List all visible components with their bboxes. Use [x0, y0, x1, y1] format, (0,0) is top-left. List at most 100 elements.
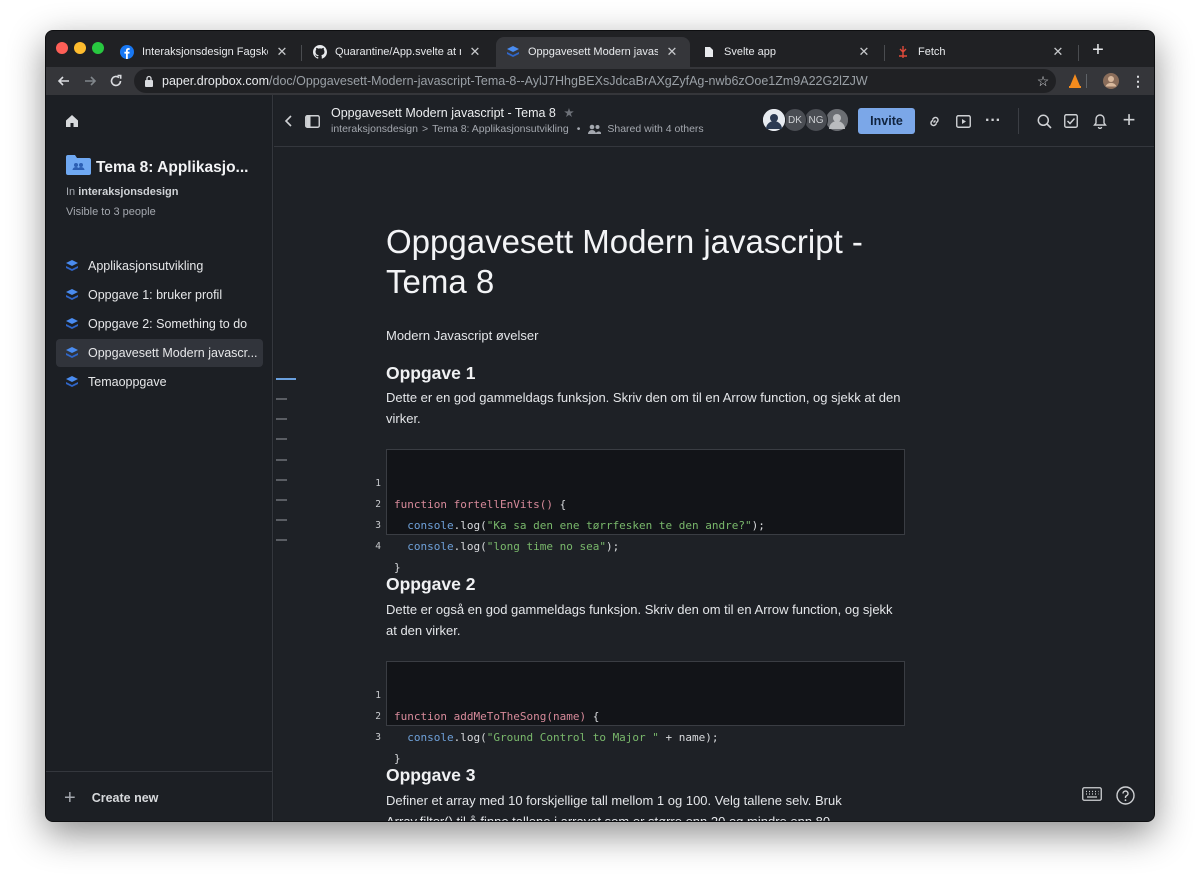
- tab-separator: [301, 45, 302, 61]
- breadcrumb-separator: >: [421, 123, 429, 135]
- url-host: paper.dropbox.com: [162, 74, 270, 88]
- code-line: 3 console.log("long time no sea");: [375, 494, 619, 553]
- search-icon[interactable]: [1033, 110, 1055, 132]
- link-icon[interactable]: [923, 110, 945, 132]
- browser-toolbar: paper.dropbox.com/doc/Oppgavesett-Modern…: [46, 67, 1154, 95]
- plus-icon[interactable]: +: [1118, 107, 1140, 132]
- close-tab-icon[interactable]: ✕: [274, 44, 290, 60]
- browser-tab-dropbox-paper[interactable]: Oppgavesett Modern javascrip ✕: [496, 37, 690, 67]
- keyboard-icon[interactable]: [1082, 787, 1102, 807]
- present-icon[interactable]: [952, 110, 974, 132]
- toc-marker[interactable]: [276, 459, 287, 461]
- close-tab-icon[interactable]: ✕: [467, 44, 483, 60]
- sidebar-item-oppgavesett[interactable]: Oppgavesett Modern javascr...: [56, 339, 263, 367]
- close-tab-icon[interactable]: ✕: [856, 44, 872, 60]
- avatar[interactable]: [825, 108, 849, 132]
- breadcrumb-root[interactable]: interaksjonsdesign: [331, 123, 418, 135]
- code-punct: );: [605, 540, 620, 553]
- address-bar[interactable]: paper.dropbox.com/doc/Oppgavesett-Modern…: [134, 69, 1056, 93]
- section-heading[interactable]: Oppgave 3: [386, 765, 475, 786]
- sidebar-item-temaoppgave[interactable]: Temaoppgave: [56, 368, 263, 396]
- section-heading[interactable]: Oppgave 1: [386, 363, 475, 384]
- checklist-icon[interactable]: [1060, 110, 1082, 132]
- breadcrumb-bullet: •: [576, 123, 581, 135]
- section-text[interactable]: Definer et array med 10 forskjellige tal…: [386, 790, 906, 821]
- code-line: 1 function fortellEnVits() {: [375, 452, 566, 511]
- close-window-button[interactable]: [56, 42, 68, 54]
- toc-marker[interactable]: [276, 499, 287, 501]
- create-new-button[interactable]: + Create new: [46, 771, 272, 821]
- minimize-window-button[interactable]: [74, 42, 86, 54]
- sidebar-item-applikasjonsutvikling[interactable]: Applikasjonsutvikling: [56, 252, 263, 280]
- toc-marker[interactable]: [276, 398, 287, 400]
- reload-icon[interactable]: [106, 71, 126, 91]
- code-punct: + name);: [658, 731, 719, 744]
- home-icon[interactable]: [61, 110, 83, 132]
- document-title[interactable]: Oppgavesett Modern javascript - Tema 8: [386, 222, 906, 302]
- browser-tab-fetch[interactable]: Fetch ✕: [886, 37, 1076, 67]
- code-line: 2 console.log("Ground Control to Major "…: [375, 685, 718, 744]
- people-icon: [588, 124, 602, 134]
- forward-icon[interactable]: [80, 71, 100, 91]
- code-punct: {: [592, 710, 600, 723]
- code-line: 2 console.log("Ka sa den ene tørrfesken …: [375, 473, 765, 532]
- facebook-icon: [120, 45, 134, 59]
- code-block[interactable]: 1 function fortellEnVits() { 2 console.l…: [375, 449, 905, 574]
- shared-text[interactable]: Shared with 4 others: [607, 123, 703, 135]
- breadcrumb-folder[interactable]: Tema 8: Applikasjonsutvikling: [432, 123, 569, 135]
- extension-separator: [1086, 74, 1087, 88]
- zoom-window-button[interactable]: [92, 42, 104, 54]
- toc-marker[interactable]: [276, 418, 287, 420]
- bell-icon[interactable]: [1089, 110, 1111, 132]
- section-text[interactable]: Dette er en god gammeldags funksjon. Skr…: [386, 387, 906, 429]
- lock-icon: [144, 75, 154, 87]
- globe-icon: [702, 45, 716, 59]
- code-function: addMeToTheSong(name): [453, 710, 593, 723]
- close-tab-icon[interactable]: ✕: [1050, 44, 1066, 60]
- browser-tab-svelte[interactable]: Svelte app ✕: [692, 37, 882, 67]
- browser-tab-github[interactable]: Quarantine/App.svelte at mast ✕: [303, 37, 493, 67]
- sidebar: Tema 8: Applikasjo... In interaksjonsdes…: [46, 95, 273, 821]
- invite-button[interactable]: Invite: [858, 108, 915, 134]
- tab-strip: Interaksjonsdesign Fagskole K ✕ Quaranti…: [46, 31, 1154, 67]
- avatar[interactable]: [762, 108, 786, 132]
- avatar[interactable]: DK: [783, 108, 807, 132]
- back-icon[interactable]: [54, 71, 74, 91]
- browser-menu-icon[interactable]: ⋮: [1128, 71, 1148, 91]
- close-tab-icon[interactable]: ✕: [664, 44, 680, 60]
- line-number: 2: [375, 499, 381, 510]
- folder-location: In interaksjonsdesign: [66, 186, 179, 198]
- folder-location-name[interactable]: interaksjonsdesign: [78, 186, 178, 198]
- breadcrumb: interaksjonsdesign > Tema 8: Applikasjon…: [331, 123, 704, 135]
- tab-separator: [884, 45, 885, 61]
- toc-marker[interactable]: [276, 479, 287, 481]
- sidebar-item-oppgave-1[interactable]: Oppgave 1: bruker profil: [56, 281, 263, 309]
- toc-marker[interactable]: [276, 378, 296, 380]
- star-icon[interactable]: ★: [563, 106, 574, 120]
- chevron-left-icon[interactable]: [278, 110, 300, 132]
- vlc-extension-icon[interactable]: [1065, 71, 1085, 91]
- toc-marker[interactable]: [276, 519, 287, 521]
- sidebar-item-label: Applikasjonsutvikling: [88, 259, 204, 273]
- new-tab-button[interactable]: +: [1086, 39, 1110, 63]
- code-line: 3 }: [375, 706, 466, 765]
- browser-tab-facebook[interactable]: Interaksjonsdesign Fagskole K ✕: [110, 37, 300, 67]
- code-function: fortellEnVits(): [453, 498, 560, 511]
- folder-title[interactable]: Tema 8: Applikasjo...: [96, 159, 248, 177]
- more-options-icon[interactable]: ···: [982, 110, 1004, 132]
- tab-title: Fetch: [918, 46, 946, 58]
- avatar[interactable]: NG: [804, 108, 828, 132]
- help-icon[interactable]: [1116, 786, 1136, 806]
- bookmark-star-icon[interactable]: ☆: [1033, 71, 1053, 91]
- code-line: 4 }: [375, 515, 466, 574]
- code-block[interactable]: 1 function addMeToTheSong(name) { 2 cons…: [375, 661, 905, 765]
- profile-avatar-icon[interactable]: [1101, 71, 1121, 91]
- sidebar-item-oppgave-2[interactable]: Oppgave 2: Something to do: [56, 310, 263, 338]
- sidebar-toggle-icon[interactable]: [301, 110, 323, 132]
- toc-marker[interactable]: [276, 539, 287, 541]
- section-text[interactable]: Dette er også en god gammeldags funksjon…: [386, 599, 906, 641]
- document-subtitle[interactable]: Modern Javascript øvelser: [386, 325, 906, 346]
- section-heading[interactable]: Oppgave 2: [386, 574, 475, 595]
- code-punct: );: [751, 519, 765, 532]
- toc-marker[interactable]: [276, 438, 287, 440]
